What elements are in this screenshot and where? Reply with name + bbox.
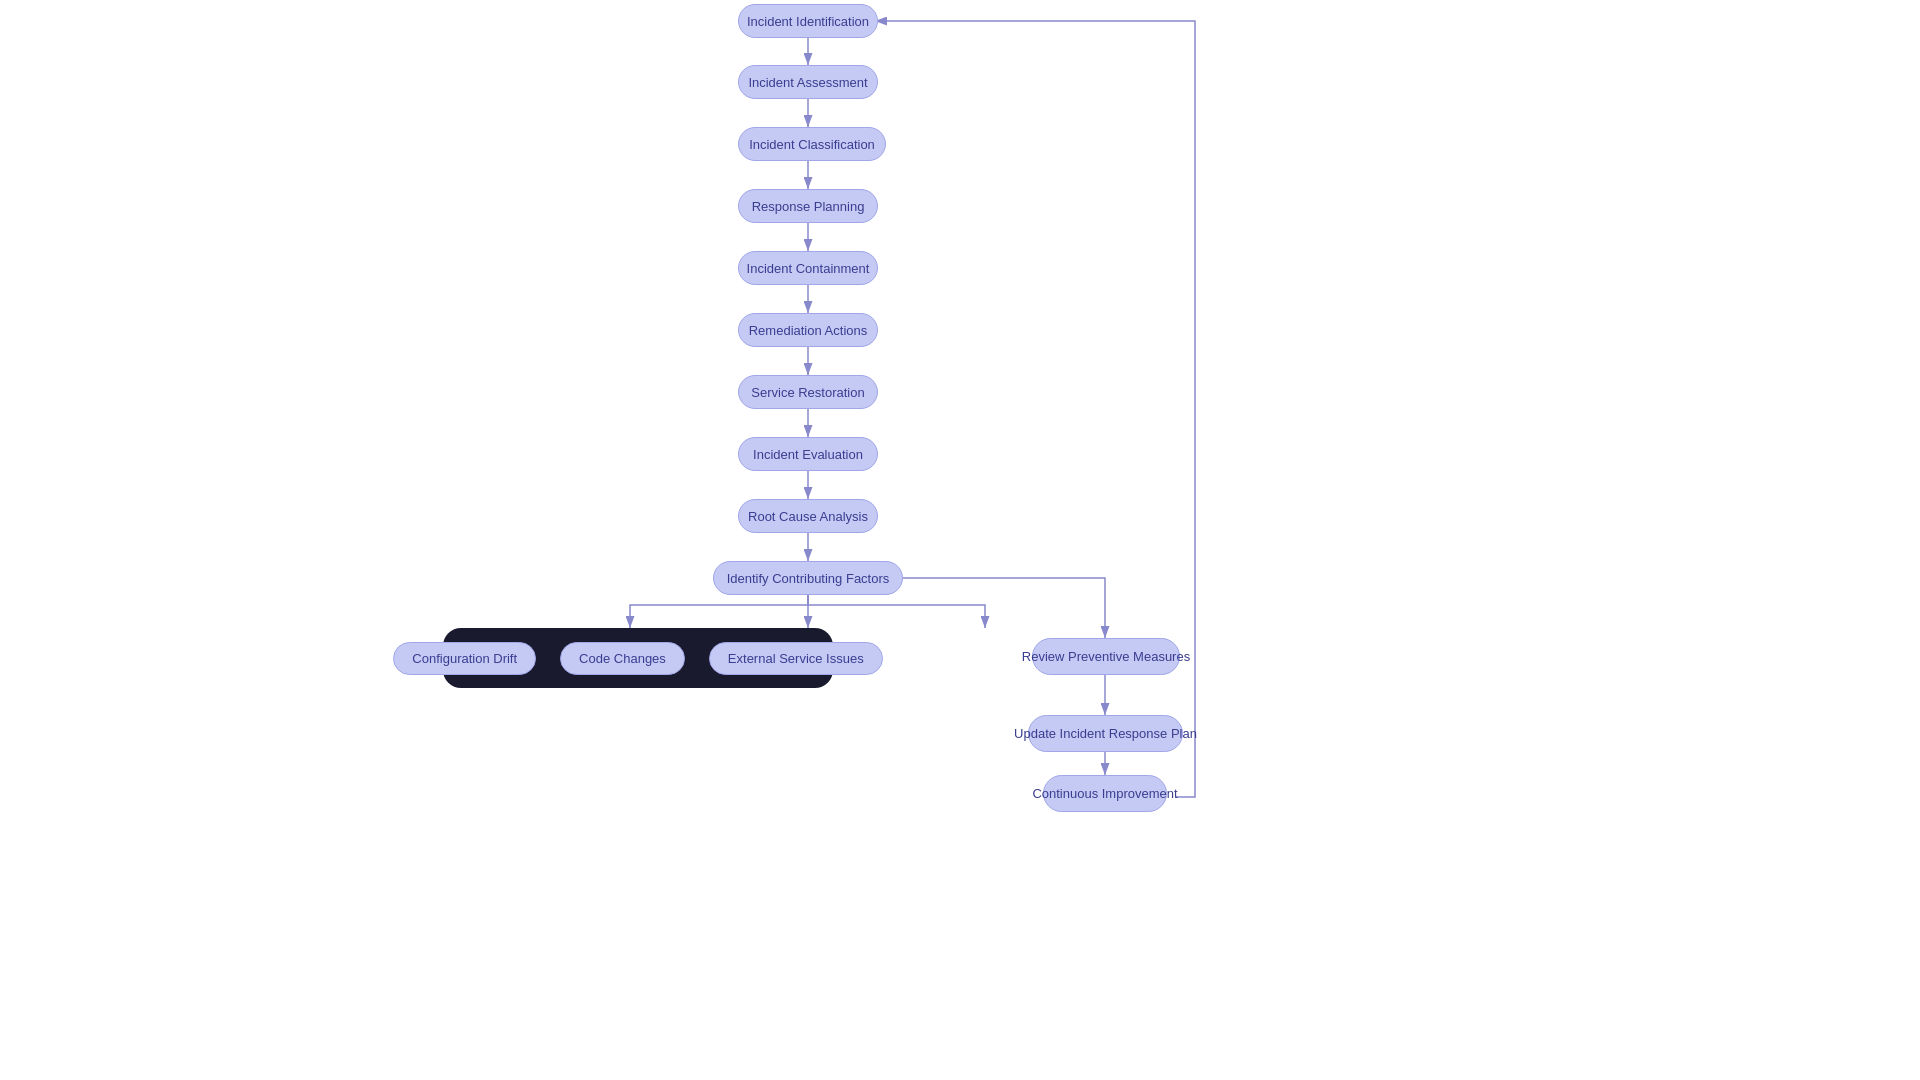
node-external-service-issues[interactable]: External Service Issues — [709, 642, 883, 675]
node-incident-assessment[interactable]: Incident Assessment — [738, 65, 878, 99]
node-code-changes[interactable]: Code Changes — [560, 642, 685, 675]
node-root-cause-analysis[interactable]: Root Cause Analysis — [738, 499, 878, 533]
node-incident-classification[interactable]: Incident Classification — [738, 127, 886, 161]
node-remediation-actions[interactable]: Remediation Actions — [738, 313, 878, 347]
node-identify-contributing-factors[interactable]: Identify Contributing Factors — [713, 561, 903, 595]
node-service-restoration[interactable]: Service Restoration — [738, 375, 878, 409]
node-incident-identification[interactable]: Incident Identification — [738, 4, 878, 38]
node-continuous-improvement[interactable]: Continuous Improvement — [1043, 775, 1167, 812]
node-update-incident-response-plan[interactable]: Update Incident Response Plan — [1028, 715, 1183, 752]
flow-arrows — [0, 0, 1920, 1080]
node-incident-evaluation[interactable]: Incident Evaluation — [738, 437, 878, 471]
dark-box-contributing: Configuration Drift Code Changes Externa… — [443, 628, 833, 688]
node-configuration-drift[interactable]: Configuration Drift — [393, 642, 536, 675]
node-incident-containment[interactable]: Incident Containment — [738, 251, 878, 285]
node-review-preventive-measures[interactable]: Review Preventive Measures — [1032, 638, 1180, 675]
node-response-planning[interactable]: Response Planning — [738, 189, 878, 223]
diagram-container: Incident Identification Incident Assessm… — [0, 0, 1920, 1080]
